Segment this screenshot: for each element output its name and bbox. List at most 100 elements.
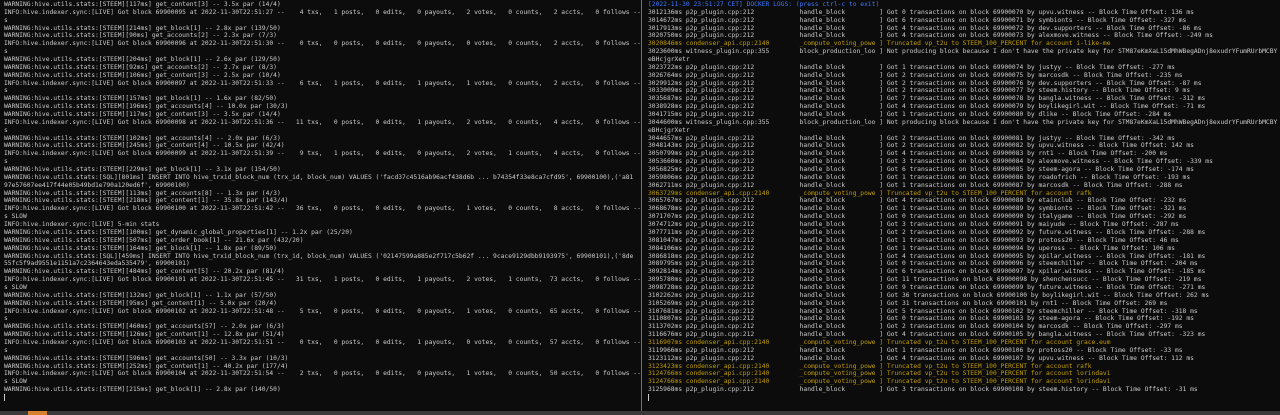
log-row: 3068678ms p2p_plugin.cpp:212 handle_block…: [648, 205, 1187, 213]
log-row: 3023722ms p2p_plugin.cpp:212 handle_block…: [648, 63, 1175, 71]
log-timestamp: 3056825ms: [648, 166, 683, 174]
log-message: Got 2 transactions on block 69900077 by …: [886, 87, 1191, 95]
log-message: Got 3 transactions on block 69900108 by …: [886, 386, 1198, 394]
log-source-file: p2p_plugin.cpp:212: [685, 111, 755, 119]
log-timestamp: 3023722ms: [648, 63, 683, 71]
log-source-file: p2p_plugin.cpp:212: [685, 323, 755, 331]
log-source-file: p2p_plugin.cpp:212: [685, 213, 755, 221]
log-line: WARNING:hive.utils.stats:[STEEM][106ms] …: [4, 71, 281, 79]
log-function: handle_block: [799, 111, 846, 119]
right-terminal-pane[interactable]: [2022-11-30 23:51:27 CET] DOCKER LOGS: (…: [642, 0, 1280, 411]
log-message: Got 4 transactions on block 69900072 by …: [886, 24, 1202, 32]
log-message: Got 4 transactions on block 69900105 by …: [886, 331, 1206, 339]
log-source-file: p2p_plugin.cpp:212: [685, 268, 755, 276]
log-message: Got 4 transactions on block 69900088 by …: [886, 197, 1187, 205]
log-row: 3089795ms p2p_plugin.cpp:212 handle_block…: [648, 260, 1198, 268]
log-function: handle_block: [799, 236, 846, 244]
log-source-file: condenser_api.cpp:2140: [685, 338, 770, 346]
log-message: Got 7 transactions on block 69900078 by …: [886, 95, 1206, 103]
log-timestamp: 3095780ms: [648, 276, 683, 284]
cursor-line: [4, 393, 641, 402]
log-line: s: [4, 16, 8, 24]
log-function: handle_block: [799, 307, 846, 315]
log-timestamp: 3084106ms: [648, 244, 683, 252]
log-message: Got 2 transactions on block 69900081 by …: [886, 134, 1175, 142]
log-line: WARNING:hive.utils.stats:[STEEM][218ms] …: [4, 197, 289, 205]
log-line: WARNING:hive.utils.stats:[STEEM][90ms] g…: [4, 32, 277, 40]
left-terminal-pane[interactable]: WARNING:hive.utils.stats:[STEEM][117ms] …: [0, 0, 641, 411]
log-function: handle_block: [799, 87, 846, 95]
log-row: 3038928ms p2p_plugin.cpp:212 handle_block…: [648, 103, 1206, 111]
log-row: 3065767ms p2p_plugin.cpp:212 handle_block…: [648, 197, 1187, 205]
log-timestamp: 3044600ms: [648, 118, 683, 126]
log-source-file: p2p_plugin.cpp:212: [685, 276, 755, 284]
log-message: Got 1 transactions on block 69900089 by …: [886, 205, 1187, 213]
log-message: Got 1 transactions on block 69900080 by …: [886, 111, 1172, 119]
log-line: WARNING:hive.utils.stats:[STEEM][484ms] …: [4, 268, 285, 276]
log-timestamp: 3068678ms: [648, 205, 683, 213]
log-source-file: p2p_plugin.cpp:212: [685, 283, 755, 291]
log-message: Got 4 transactions on block 69900107 by …: [886, 354, 1194, 362]
log-message: Truncated vp_t2u to STEEM_100_PERCENT fo…: [886, 370, 1111, 378]
log-line: s: [4, 87, 8, 95]
log-timestamp: 3017913ms: [648, 24, 683, 32]
log-function: handle_block: [799, 221, 846, 229]
log-row: eBHcjgrXetr: [648, 127, 1280, 135]
log-function: handle_block: [799, 71, 846, 79]
log-function: handle_block: [799, 386, 846, 394]
log-message: Got 1 transactions on block 69900094 by …: [886, 244, 1175, 252]
log-row: 3020750ms p2p_plugin.cpp:212 handle_block…: [648, 32, 1213, 40]
log-timestamp: 3123423ms: [648, 362, 683, 370]
log-timestamp: 3074712ms: [648, 221, 683, 229]
log-row: 3077711ms p2p_plugin.cpp:212 handle_block…: [648, 228, 1206, 236]
log-function: handle_block: [799, 63, 846, 71]
log-function: handle_block: [799, 142, 846, 150]
log-line: s: [4, 48, 8, 56]
log-line: WARNING:hive.utils.stats:[STEEM][229ms] …: [4, 166, 281, 174]
log-source-file: p2p_plugin.cpp:212: [685, 228, 755, 236]
log-row: 3105269ms p2p_plugin.cpp:212 handle_block…: [648, 299, 1168, 307]
log-message: Got 31 transactions on block 69900101 by…: [886, 299, 1168, 307]
log-function: handle_block: [799, 150, 846, 158]
log-line: WARNING:hive.utils.stats:[STEEM][126ms] …: [4, 331, 285, 339]
log-message: Got 4 transactions on block 69900095 by …: [886, 252, 1206, 260]
log-source-file: p2p_plugin.cpp:212: [685, 103, 755, 111]
cursor-line: [648, 393, 1280, 402]
log-timestamp: 3026764ms: [648, 71, 683, 79]
log-message: Truncated vp_t2u to STEEM_100_PERCENT fo…: [886, 189, 1092, 197]
log-source-file: p2p_plugin.cpp:212: [685, 134, 755, 142]
log-function: handle_block: [799, 291, 846, 299]
log-message: Got 0 transactions on block 69900096 by …: [886, 260, 1198, 268]
log-row: 3107681ms p2p_plugin.cpp:212 handle_block…: [648, 307, 1198, 315]
log-message: Truncated vp_t2u to STEEM_100_PERCENT fo…: [886, 40, 1111, 48]
log-line: INFO:hive.indexer.sync:[LIVE] Got block …: [4, 79, 641, 87]
log-timestamp: 3012136ms: [648, 8, 683, 16]
log-row: 3098728ms p2p_plugin.cpp:212 handle_block…: [648, 283, 1206, 291]
log-row: 3084106ms p2p_plugin.cpp:212 handle_block…: [648, 244, 1175, 252]
log-row: 3110807ms p2p_plugin.cpp:212 handle_block…: [648, 315, 1194, 323]
log-function: handle_block: [799, 283, 846, 291]
log-function: handle_block: [799, 181, 846, 189]
log-row: 3059806ms p2p_plugin.cpp:212 handle_block…: [648, 173, 1191, 181]
log-message: Got 0 transactions on block 69900090 by …: [886, 213, 1187, 221]
log-timestamp: 3113702ms: [648, 323, 683, 331]
log-function: handle_block: [799, 16, 846, 24]
log-source-file: p2p_plugin.cpp:212: [685, 386, 755, 394]
log-row: 3081047ms p2p_plugin.cpp:212 handle_block…: [648, 236, 1179, 244]
log-function: handle_block: [799, 24, 846, 32]
log-message: Got 36 transactions on block 69900100 by…: [886, 291, 1210, 299]
log-timestamp: 3029912ms: [648, 79, 683, 87]
log-timestamp: 3124766ms: [648, 378, 683, 386]
log-row: 3053660ms p2p_plugin.cpp:212 handle_block…: [648, 158, 1213, 166]
log-timestamp: 3071707ms: [648, 213, 683, 221]
terminal-cursor: [648, 393, 649, 401]
log-message: Truncated vp_t2u to STEEM_100_PERCENT fo…: [886, 362, 1092, 370]
log-line: INFO:hive.indexer.sync:[LIVE] Got block …: [4, 370, 641, 378]
log-timestamp: 3023600ms: [648, 48, 683, 56]
log-row: 3035687ms p2p_plugin.cpp:212 handle_block…: [648, 95, 1206, 103]
log-message: Not producing block because I don't have…: [886, 118, 1278, 126]
log-line: WARNING:hive.utils.stats:[STEEM][113ms] …: [4, 189, 281, 197]
log-line: WARNING:hive.utils.stats:[STEEM][164ms] …: [4, 244, 277, 252]
active-window-tab[interactable]: [28, 411, 47, 415]
log-timestamp: 3014672ms: [648, 16, 683, 24]
